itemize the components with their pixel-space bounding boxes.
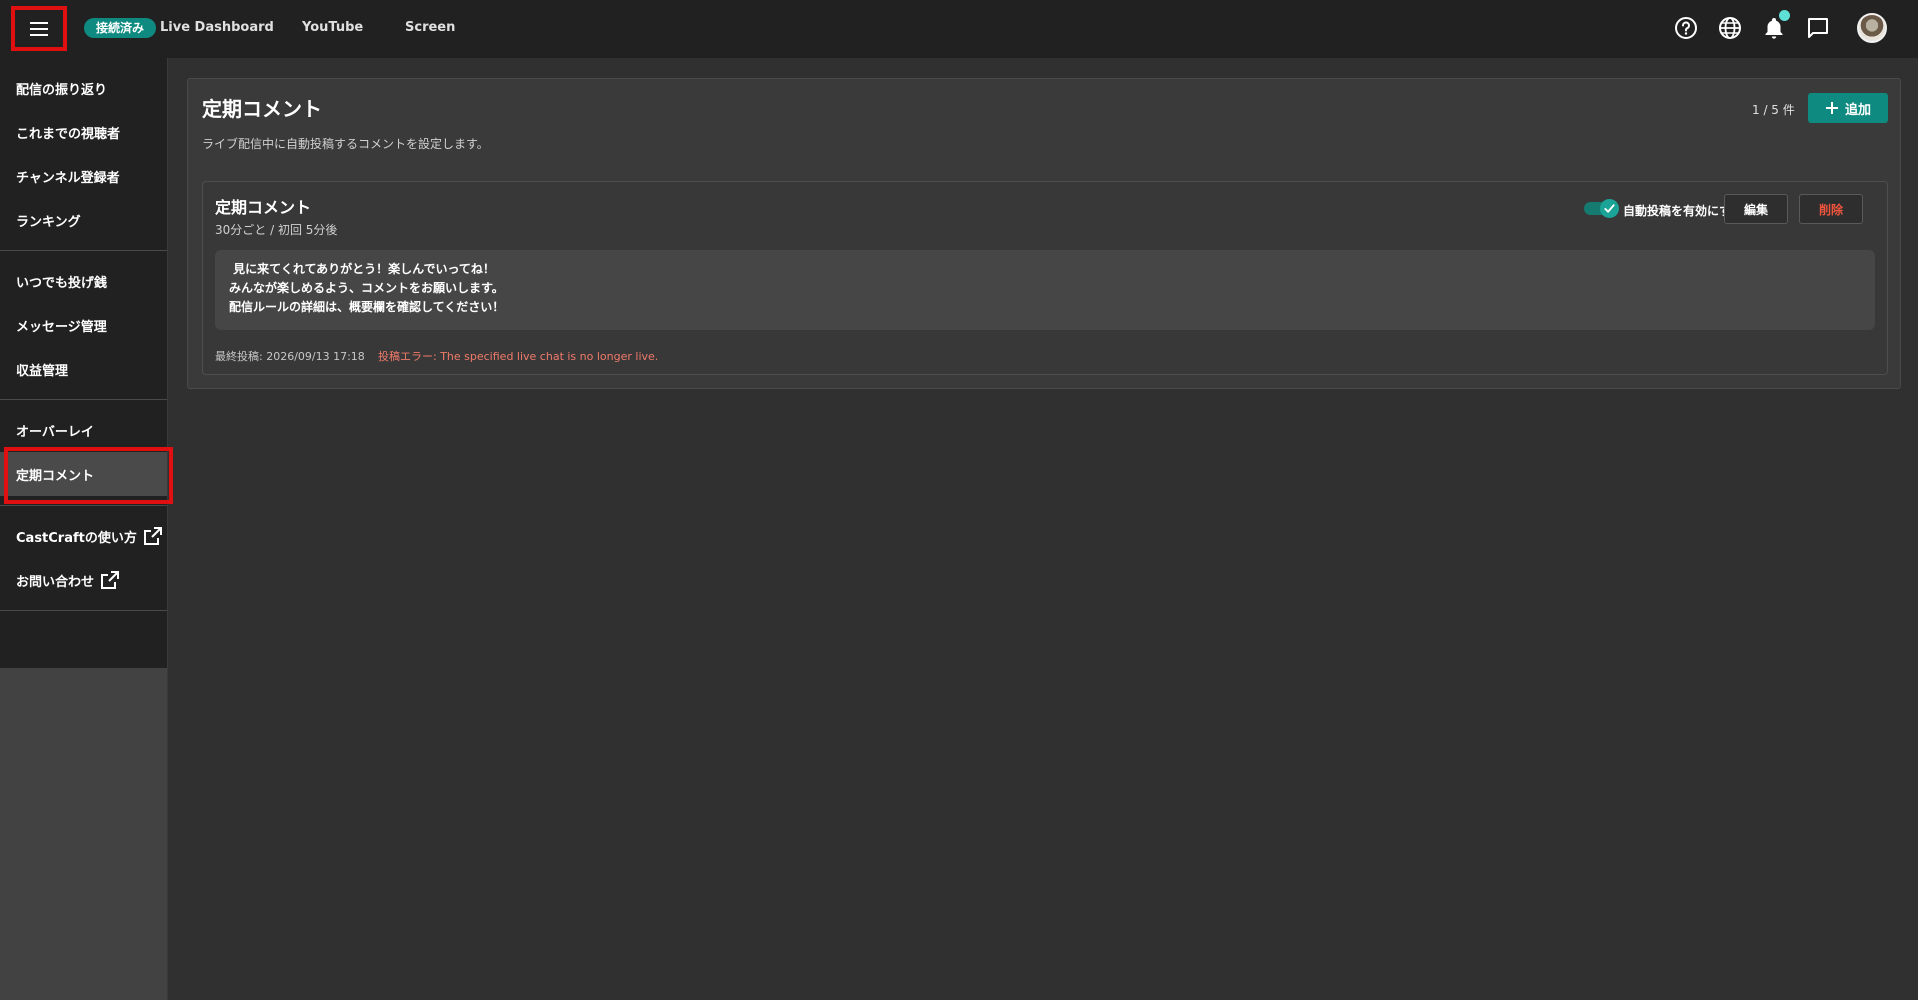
external-link-icon [143,527,162,545]
comment-line: 見に来てくれてありがとう！楽しんでいってね！ [229,262,495,276]
sidebar-divider [0,505,167,506]
menu-button[interactable] [11,6,67,51]
plus-icon [1825,102,1838,114]
sidebar-item-overlay[interactable]: オーバーレイ [0,408,167,452]
chat-icon [1808,18,1828,38]
edit-button[interactable]: 編集 [1724,194,1788,224]
page-description: ライブ配信中に自動投稿するコメントを設定します。 [202,137,489,151]
help-icon [1675,17,1697,39]
sidebar-item-past-viewers[interactable]: これまでの視聴者 [0,110,167,154]
user-avatar[interactable] [1857,13,1887,43]
nav-screen[interactable]: Screen [405,19,455,37]
delete-button[interactable]: 削除 [1799,194,1863,224]
top-app-bar: 接続済み Live Dashboard YouTube Screen [0,0,1918,58]
sidebar-divider [0,399,167,400]
feedback-button[interactable] [1805,15,1831,41]
toggle-knob [1600,199,1619,218]
hamburger-icon [30,21,48,36]
comment-text-box: 見に来てくれてありがとう！楽しんでいってね！ みんなが楽しめるよう、コメントをお… [215,250,1875,330]
connection-status-badge: 接続済み [84,18,157,38]
sidebar: 配信の振り返り これまでの視聴者 チャンネル登録者 ランキング いつでも投げ銭 … [0,58,168,1000]
help-button[interactable] [1673,15,1699,41]
notifications-button[interactable] [1761,10,1790,41]
comment-line: 配信ルールの詳細は、概要欄を確認してください！ [229,300,505,314]
nav-youtube[interactable]: YouTube [302,19,363,37]
sidebar-item-contact[interactable]: お問い合わせ [0,558,167,602]
globe-icon [1719,17,1741,39]
sidebar-divider [0,250,167,251]
check-icon [1604,204,1615,213]
sidebar-item-howto[interactable]: CastCraftの使い方 [0,514,167,558]
sidebar-item-subscribers[interactable]: チャンネル登録者 [0,154,167,198]
sidebar-divider [0,610,167,611]
last-post-timestamp: 最終投稿: 2026/09/13 17:18 [215,350,365,363]
scheduled-comments-panel: 定期コメント ライブ配信中に自動投稿するコメントを設定します。 1 / 5 件 … [187,78,1901,389]
sidebar-item-revenue[interactable]: 収益管理 [0,347,167,391]
sidebar-empty-area [0,668,167,1000]
card-title: 定期コメント [215,198,312,217]
comment-line: みんなが楽しめるよう、コメントをお願いします。 [229,281,504,295]
external-link-icon [101,571,120,589]
active-item-highlight [4,447,173,504]
notification-dot [1779,10,1790,21]
language-button[interactable] [1717,15,1743,41]
auto-post-toggle[interactable] [1584,199,1620,218]
page-title: 定期コメント [202,97,322,121]
sidebar-item-ranking[interactable]: ランキング [0,198,167,242]
card-schedule: 30分ごと / 初回 5分後 [215,223,338,237]
add-button[interactable]: 追加 [1808,93,1888,123]
post-error-message: 投稿エラー: The specified live chat is no lon… [378,350,659,363]
sidebar-item-tipping[interactable]: いつでも投げ銭 [0,259,167,303]
sidebar-item-stream-review[interactable]: 配信の振り返り [0,66,167,110]
item-count: 1 / 5 件 [1752,103,1795,117]
sidebar-item-messages[interactable]: メッセージ管理 [0,303,167,347]
scheduled-comment-card: 定期コメント 30分ごと / 初回 5分後 自動投稿を有効にする 編集 削除 見… [202,181,1888,375]
nav-live-dashboard[interactable]: Live Dashboard [160,19,274,37]
